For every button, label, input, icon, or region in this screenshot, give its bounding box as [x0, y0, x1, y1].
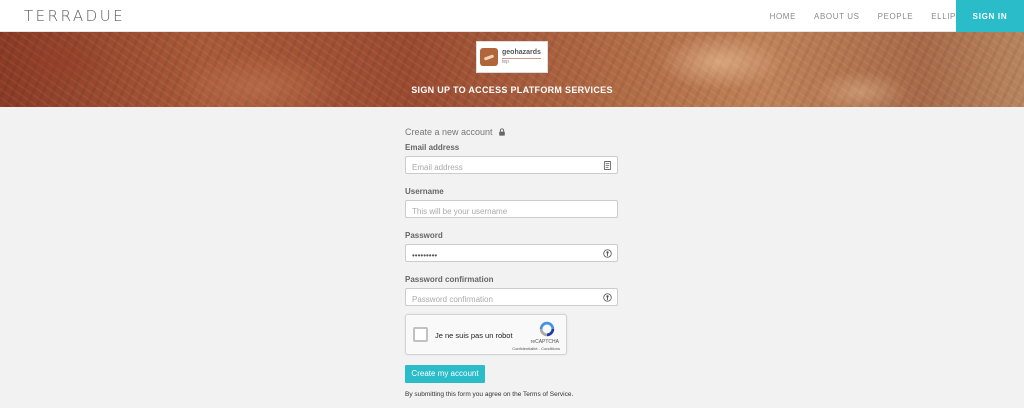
recaptcha-links[interactable]: Confidentialité - Conditions	[512, 346, 560, 351]
geohazards-tep-badge: geohazards tep	[476, 41, 548, 73]
signup-form: Create a new account Email address Usern…	[405, 126, 619, 398]
terms-suffix: .	[571, 391, 574, 398]
password-field-wrapper	[405, 244, 618, 264]
key-icon[interactable]	[603, 249, 612, 258]
create-account-button[interactable]: Create my account	[405, 365, 485, 383]
username-field-wrapper	[405, 200, 618, 220]
password-field[interactable]	[406, 247, 617, 264]
hero-banner: geohazards tep SIGN UP TO ACCESS PLATFOR…	[0, 32, 1024, 107]
terms-of-service-link[interactable]: Terms of Service	[523, 391, 571, 398]
contact-card-icon[interactable]	[603, 161, 612, 170]
recaptcha-icon	[539, 321, 555, 337]
top-navbar: TERRADUE HOME ABOUT US PEOPLE ELLIP SIGN…	[0, 0, 1024, 32]
username-label: Username	[405, 187, 444, 196]
nav-about-us[interactable]: ABOUT US	[814, 12, 860, 21]
terms-prefix: By submitting this form you agree on the	[405, 391, 524, 398]
terradue-logo[interactable]: TERRADUE	[24, 7, 125, 25]
lock-icon	[498, 128, 505, 136]
email-label: Email address	[405, 143, 460, 152]
email-field-wrapper	[405, 156, 618, 176]
recaptcha-label: Je ne suis pas un robot	[435, 331, 513, 340]
logo-text: TERRADUE	[24, 7, 126, 25]
username-field[interactable]	[406, 203, 617, 220]
recaptcha-brand: reCAPTCHA	[530, 339, 559, 345]
badge-title: geohazards	[502, 49, 541, 56]
form-heading: Create a new account	[405, 126, 619, 138]
geohazards-logo-icon	[480, 48, 498, 66]
form-heading-text: Create a new account	[405, 127, 493, 137]
key-icon[interactable]	[603, 293, 612, 302]
main-nav: HOME ABOUT US PEOPLE ELLIP	[752, 0, 956, 32]
password-confirmation-label: Password confirmation	[405, 275, 494, 284]
sign-in-button[interactable]: SIGN IN	[956, 0, 1024, 32]
recaptcha-widget: Je ne suis pas un robot reCAPTCHA Confid…	[405, 314, 567, 355]
banner-title: SIGN UP TO ACCESS PLATFORM SERVICES	[411, 85, 613, 95]
recaptcha-checkbox[interactable]	[413, 327, 428, 342]
terms-notice: By submitting this form you agree on the…	[405, 391, 619, 398]
nav-people[interactable]: PEOPLE	[878, 12, 914, 21]
password-label: Password	[405, 231, 443, 240]
nav-ellip[interactable]: ELLIP	[931, 12, 956, 21]
password-confirmation-field[interactable]	[406, 291, 617, 308]
email-field[interactable]	[406, 159, 617, 176]
badge-subtitle: tep	[502, 58, 541, 65]
nav-home[interactable]: HOME	[770, 12, 796, 21]
password-confirmation-field-wrapper	[405, 288, 618, 308]
